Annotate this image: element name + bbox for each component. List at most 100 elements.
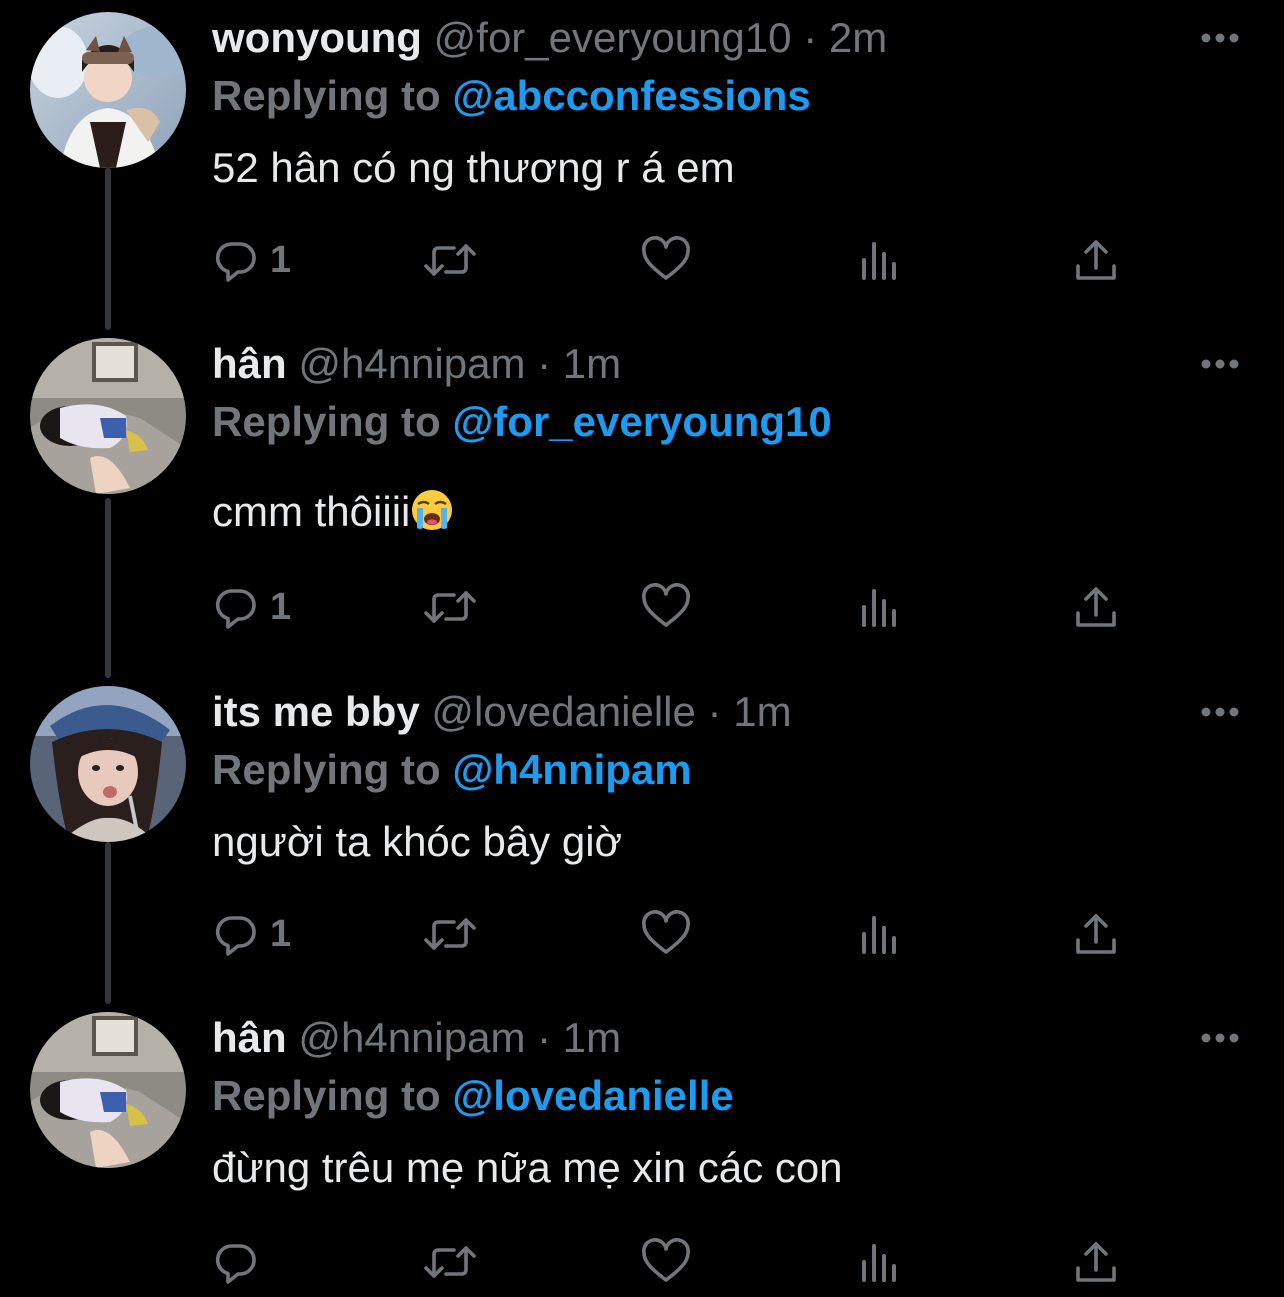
analytics-button[interactable]	[858, 232, 902, 288]
share-button[interactable]	[1072, 906, 1120, 962]
retweet-icon	[422, 910, 478, 958]
share-button[interactable]	[1072, 1234, 1120, 1290]
reply-button[interactable]: 1	[212, 579, 291, 635]
user-handle[interactable]: @h4nnipam	[298, 1014, 525, 1061]
reply-count: 1	[270, 912, 292, 955]
separator-dot: ·	[537, 340, 552, 387]
reply-count: 1	[270, 585, 292, 628]
replying-to-handle[interactable]: @h4nnipam	[452, 746, 691, 793]
replying-to-label: Replying to	[212, 72, 441, 119]
avatar[interactable]	[30, 338, 186, 494]
replying-to-handle[interactable]: @abcconfessions	[452, 72, 810, 119]
like-icon	[640, 910, 692, 958]
analytics-button[interactable]	[858, 579, 902, 635]
more-options-icon[interactable]	[1198, 704, 1242, 720]
loudly-crying-face-emoji	[410, 488, 454, 532]
replying-to-line: Replying to @h4nnipam	[212, 742, 1284, 798]
thread-connector-line	[105, 842, 111, 1004]
avatar[interactable]	[30, 1012, 186, 1168]
tweet-text: đừng trêu mẹ nữa mẹ xin các con	[212, 1140, 1284, 1196]
retweet-button[interactable]	[422, 232, 478, 288]
like-icon	[640, 1238, 692, 1286]
reply-thread: wonyoung @for_everyoung10 · 2m Replying …	[0, 0, 1284, 1297]
analytics-icon	[858, 1238, 902, 1286]
share-icon	[1072, 1238, 1120, 1286]
more-options-icon[interactable]	[1198, 356, 1242, 372]
tweet-header: hân @h4nnipam · 1m	[212, 1008, 1284, 1068]
reply-button[interactable]	[212, 1234, 270, 1290]
reply-button[interactable]: 1	[212, 232, 291, 288]
like-icon	[640, 236, 692, 284]
like-icon	[640, 583, 692, 631]
analytics-icon	[858, 910, 902, 958]
retweet-icon	[422, 236, 478, 284]
display-name[interactable]: wonyoung	[212, 14, 422, 61]
reply-count: 1	[270, 238, 292, 281]
tweet-text-content: đừng trêu mẹ nữa mẹ xin các con	[212, 1144, 843, 1191]
retweet-icon	[422, 1238, 478, 1286]
replying-to-line: Replying to @abcconfessions	[212, 68, 1284, 124]
display-name[interactable]: hân	[212, 340, 287, 387]
separator-dot: ·	[803, 14, 818, 61]
avatar[interactable]	[30, 686, 186, 842]
tweet-text-content: 52 hân có ng thương r á em	[212, 144, 735, 191]
tweet-text-content: cmm thôiiii	[212, 488, 411, 535]
tweet-actions: 1	[212, 906, 1132, 962]
analytics-button[interactable]	[858, 1234, 902, 1290]
avatar[interactable]	[30, 12, 186, 168]
replying-to-label: Replying to	[212, 1072, 441, 1119]
like-button[interactable]	[640, 579, 692, 635]
share-icon	[1072, 236, 1120, 284]
timestamp[interactable]: 1m	[563, 340, 621, 387]
share-icon	[1072, 583, 1120, 631]
tweet-text: 52 hân có ng thương r á em	[212, 140, 1284, 196]
timestamp[interactable]: 1m	[733, 688, 791, 735]
retweet-button[interactable]	[422, 1234, 478, 1290]
tweet-header: wonyoung @for_everyoung10 · 2m	[212, 8, 1284, 68]
user-handle[interactable]: @for_everyoung10	[434, 14, 792, 61]
reply-icon	[212, 1238, 260, 1286]
reply-icon	[212, 236, 260, 284]
tweet-actions	[212, 1234, 1132, 1290]
tweet-header: hân @h4nnipam · 1m	[212, 334, 1284, 394]
thread-connector-line	[105, 498, 111, 678]
thread-connector-line	[105, 168, 111, 330]
display-name[interactable]: hân	[212, 1014, 287, 1061]
tweet-text: người ta khóc bây giờ	[212, 814, 1284, 870]
replying-to-handle[interactable]: @for_everyoung10	[452, 398, 831, 445]
more-options-icon[interactable]	[1198, 30, 1242, 46]
tweet-header: its me bby @lovedanielle · 1m	[212, 682, 1284, 742]
replying-to-label: Replying to	[212, 398, 441, 445]
share-button[interactable]	[1072, 232, 1120, 288]
separator-dot: ·	[537, 1014, 552, 1061]
reply-icon	[212, 583, 260, 631]
timestamp[interactable]: 1m	[563, 1014, 621, 1061]
retweet-icon	[422, 583, 478, 631]
more-options-icon[interactable]	[1198, 1030, 1242, 1046]
analytics-icon	[858, 583, 902, 631]
tweet-text-content: người ta khóc bây giờ	[212, 818, 623, 865]
replying-to-line: Replying to @lovedanielle	[212, 1068, 1284, 1124]
tweet-actions: 1	[212, 579, 1132, 635]
like-button[interactable]	[640, 906, 692, 962]
tweet-actions: 1	[212, 232, 1132, 288]
like-button[interactable]	[640, 1234, 692, 1290]
tweet-text: cmm thôiiii	[212, 484, 1284, 540]
reply-button[interactable]: 1	[212, 906, 291, 962]
analytics-icon	[858, 236, 902, 284]
timestamp[interactable]: 2m	[829, 14, 887, 61]
reply-icon	[212, 910, 260, 958]
replying-to-handle[interactable]: @lovedanielle	[452, 1072, 733, 1119]
replying-to-label: Replying to	[212, 746, 441, 793]
share-icon	[1072, 910, 1120, 958]
separator-dot: ·	[707, 688, 722, 735]
analytics-button[interactable]	[858, 906, 902, 962]
display-name[interactable]: its me bby	[212, 688, 420, 735]
like-button[interactable]	[640, 232, 692, 288]
retweet-button[interactable]	[422, 579, 478, 635]
retweet-button[interactable]	[422, 906, 478, 962]
share-button[interactable]	[1072, 579, 1120, 635]
replying-to-line: Replying to @for_everyoung10	[212, 394, 1284, 450]
user-handle[interactable]: @h4nnipam	[298, 340, 525, 387]
user-handle[interactable]: @lovedanielle	[431, 688, 695, 735]
